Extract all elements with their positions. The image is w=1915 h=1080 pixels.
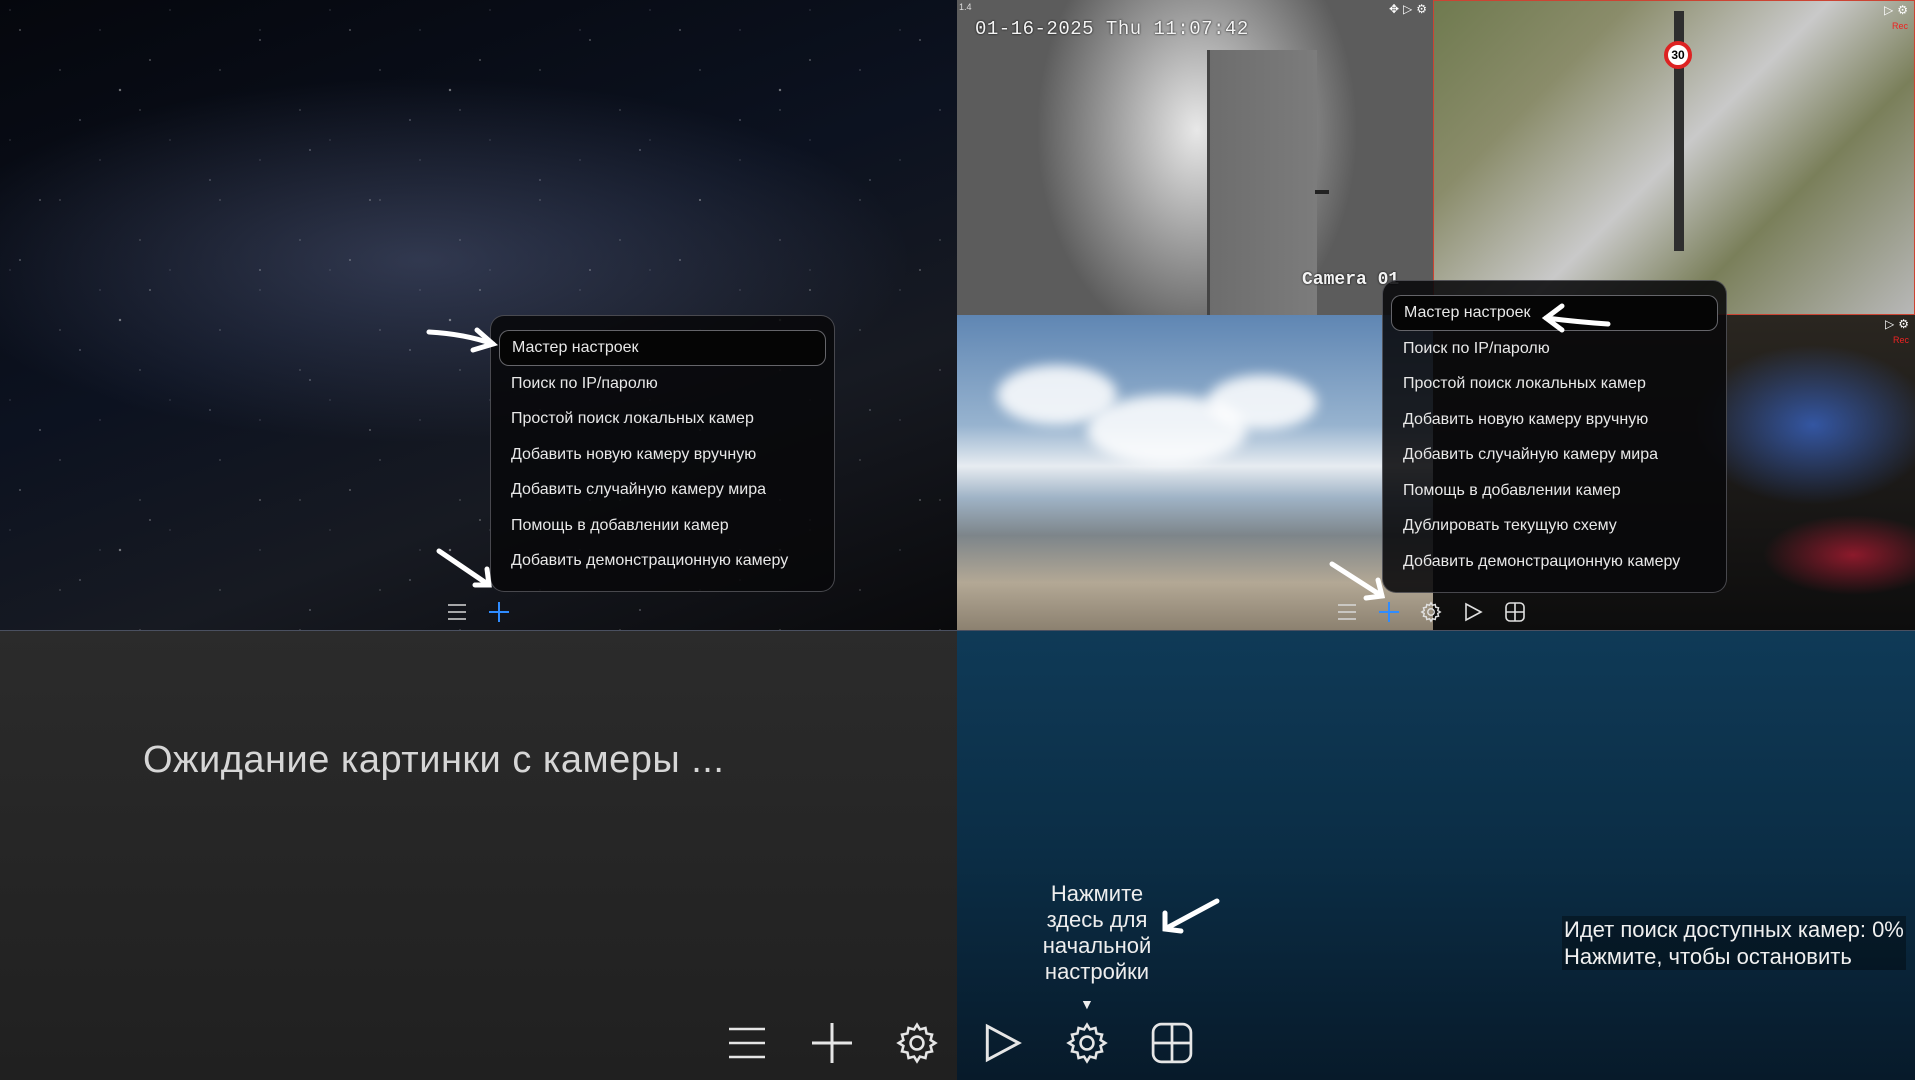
add-icon bbox=[489, 602, 509, 622]
gear-icon bbox=[895, 1022, 938, 1064]
camera-tile-controls: ✥ ▷ ⚙ bbox=[1389, 2, 1427, 16]
play-icon bbox=[1465, 602, 1483, 622]
menu-icon bbox=[448, 604, 466, 620]
door-shape bbox=[1207, 50, 1317, 315]
menu-icon bbox=[1338, 604, 1356, 620]
camera-feed-street[interactable]: 30 ▷ ⚙ Rec bbox=[1433, 0, 1915, 315]
rec-indicator: Rec bbox=[1892, 335, 1909, 345]
camera-timestamp: 01-16-2025 Thu 11:07:42 bbox=[975, 18, 1249, 40]
add-button[interactable] bbox=[478, 596, 520, 628]
camera-search-status[interactable]: Идет поиск доступных камер: 0% Нажмите, … bbox=[1562, 916, 1906, 970]
menu-item-add-demo[interactable]: Добавить демонстрационную камеру bbox=[499, 543, 826, 579]
menu-item-local-search[interactable]: Простой поиск локальных камер bbox=[1391, 366, 1718, 402]
menu-item-help[interactable]: Помощь в добавлении камер bbox=[1391, 473, 1718, 509]
ptz-icon[interactable]: ✥ bbox=[1389, 2, 1399, 16]
play-button[interactable] bbox=[1452, 596, 1494, 628]
play-button[interactable] bbox=[959, 1013, 1044, 1073]
add-icon bbox=[1379, 602, 1399, 622]
menu-item-add-random[interactable]: Добавить случайную камеру мира bbox=[499, 472, 826, 508]
screenshot-collage: 1.4 01-16-2025 Thu 11:07:42 Camera 01 ✥ … bbox=[0, 0, 1915, 1080]
menu-item-add-random[interactable]: Добавить случайную камеру мира bbox=[1391, 437, 1718, 473]
annotation-arrow-icon bbox=[1541, 303, 1611, 333]
add-button[interactable] bbox=[789, 1013, 874, 1073]
annotation-arrow-icon bbox=[436, 548, 492, 588]
annotation-arrow-icon bbox=[1162, 898, 1220, 934]
gear-icon[interactable]: ⚙ bbox=[1416, 2, 1427, 16]
menu-item-duplicate-layout[interactable]: Дублировать текущую схему bbox=[1391, 508, 1718, 544]
menu-item-setup-wizard[interactable]: Мастер настроек bbox=[499, 330, 826, 366]
menu-item-local-search[interactable]: Простой поиск локальных камер bbox=[499, 401, 826, 437]
menu-item-search-by-ip[interactable]: Поиск по IP/паролю bbox=[499, 366, 826, 402]
camera-tag: 1.4 bbox=[959, 2, 972, 12]
menu-button[interactable] bbox=[436, 596, 478, 628]
play-icon[interactable]: ▷ bbox=[1885, 317, 1894, 331]
camera-tile-controls: ▷ ⚙ bbox=[1884, 3, 1908, 17]
settings-button[interactable] bbox=[1410, 596, 1452, 628]
settings-button[interactable] bbox=[874, 1013, 959, 1073]
toolbar-large bbox=[704, 1013, 1214, 1073]
setup-button[interactable] bbox=[1044, 1013, 1129, 1073]
hint-pointer: ▼ bbox=[1080, 996, 1094, 1012]
layout-grid-icon bbox=[1151, 1022, 1192, 1064]
menu-item-add-manually[interactable]: Добавить новую камеру вручную bbox=[1391, 402, 1718, 438]
rec-indicator: Rec bbox=[1891, 21, 1908, 31]
menu-item-help[interactable]: Помощь в добавлении камер bbox=[499, 508, 826, 544]
play-icon[interactable]: ▷ bbox=[1884, 3, 1893, 17]
gear-icon[interactable]: ⚙ bbox=[1898, 317, 1909, 331]
play-icon[interactable]: ▷ bbox=[1403, 2, 1412, 16]
camera-tile-controls: ▷ ⚙ bbox=[1885, 317, 1909, 331]
play-icon bbox=[985, 1023, 1022, 1063]
cloud-shape bbox=[1207, 375, 1317, 430]
add-icon bbox=[811, 1023, 852, 1063]
gear-icon bbox=[1065, 1022, 1108, 1064]
annotation-arrow-icon bbox=[1329, 561, 1386, 601]
menu-item-add-manually[interactable]: Добавить новую камеру вручную bbox=[499, 437, 826, 473]
layout-button[interactable] bbox=[1494, 596, 1536, 628]
waiting-message: Ожидание картинки с камеры ... bbox=[143, 739, 725, 781]
layout-button[interactable] bbox=[1129, 1013, 1214, 1073]
add-camera-menu: Мастер настроек Поиск по IP/паролю Прост… bbox=[490, 315, 835, 592]
gear-icon[interactable]: ⚙ bbox=[1897, 3, 1908, 17]
camera-feed-hallway[interactable]: 1.4 01-16-2025 Thu 11:07:42 Camera 01 ✥ … bbox=[957, 0, 1433, 315]
menu-item-add-demo[interactable]: Добавить демонстрационную камеру bbox=[1391, 544, 1718, 580]
layout-grid-icon bbox=[1505, 602, 1525, 622]
annotation-arrow-icon bbox=[426, 327, 499, 353]
menu-item-search-by-ip[interactable]: Поиск по IP/паролю bbox=[1391, 331, 1718, 367]
setup-hint: Нажмите здесь для начальной настройки bbox=[1042, 881, 1152, 984]
menu-icon bbox=[728, 1027, 765, 1059]
door-handle-shape bbox=[1315, 190, 1329, 194]
gear-icon bbox=[1420, 601, 1442, 623]
toolbar-compact bbox=[436, 596, 520, 628]
speed-limit-sign: 30 bbox=[1664, 41, 1692, 69]
menu-button[interactable] bbox=[704, 1013, 789, 1073]
